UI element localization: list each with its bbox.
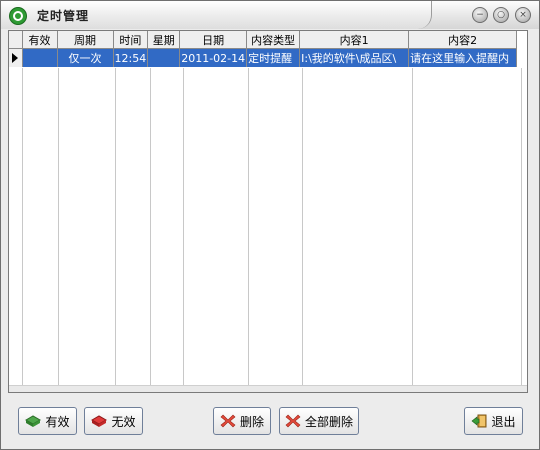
column-header-content1[interactable]: 内容1: [299, 31, 410, 49]
grid-line: [150, 68, 151, 386]
delete-button[interactable]: 删除: [213, 407, 271, 435]
title-bar[interactable]: 定时管理 − ○ ×: [1, 1, 539, 29]
grid-line: [22, 68, 23, 386]
delete-all-button-label: 全部删除: [304, 414, 353, 429]
cell-cycle[interactable]: 仅一次: [57, 48, 114, 67]
cell-weekday[interactable]: [147, 48, 181, 67]
grid-line: [115, 68, 116, 386]
disable-icon: [91, 414, 108, 428]
delete-all-icon: [285, 414, 301, 428]
delete-icon: [220, 414, 236, 428]
exit-button[interactable]: 退出: [464, 407, 523, 435]
grid-line: [248, 68, 249, 386]
schedule-grid[interactable]: 有效 周期 时间 星期 日期 内容类型 内容1 内容2 仅一次 12:54 20…: [8, 30, 528, 393]
enable-icon: [25, 414, 42, 428]
column-header-date[interactable]: 日期: [179, 31, 248, 49]
grid-line: [412, 68, 413, 386]
maximize-icon[interactable]: ○: [493, 7, 509, 23]
cell-valid[interactable]: [22, 48, 58, 67]
row-pointer-icon: [12, 53, 18, 63]
grid-line: [58, 68, 59, 386]
grid-line: [521, 68, 522, 386]
grid-header-row: 有效 周期 时间 星期 日期 内容类型 内容1 内容2: [9, 31, 518, 49]
close-icon[interactable]: ×: [515, 7, 531, 23]
column-header-cycle[interactable]: 周期: [57, 31, 114, 49]
column-header-valid[interactable]: 有效: [22, 31, 58, 49]
column-header-content2[interactable]: 内容2: [408, 31, 518, 49]
disable-button-label: 无效: [111, 414, 136, 429]
delete-button-label: 删除: [239, 414, 264, 429]
delete-all-button[interactable]: 全部删除: [279, 407, 359, 435]
app-icon: [9, 7, 27, 25]
window: 定时管理 − ○ × 有效 周期 时间 星期 日期 内容类型 内容1 内容2 仅…: [0, 0, 540, 450]
enable-button-label: 有效: [45, 414, 70, 429]
column-header-weekday[interactable]: 星期: [147, 31, 181, 49]
column-header-type[interactable]: 内容类型: [246, 31, 301, 49]
cell-content2[interactable]: 请在这里输入提醒内: [408, 48, 518, 67]
schedule-table: 有效 周期 时间 星期 日期 内容类型 内容1 内容2 仅一次 12:54 20…: [9, 31, 518, 67]
cell-time[interactable]: 12:54: [113, 48, 149, 67]
exit-door-icon: [471, 414, 487, 428]
enable-button[interactable]: 有效: [18, 407, 77, 435]
header-indicator: [9, 31, 23, 49]
grid-line: [302, 68, 303, 386]
grid-horizontal-scrollbar[interactable]: [9, 385, 527, 392]
grid-line: [183, 68, 184, 386]
cell-date[interactable]: 2011-02-14: [179, 48, 248, 67]
table-row[interactable]: 仅一次 12:54 2011-02-14 定时提醒 I:\我的软件\成品区\ 请…: [9, 48, 518, 67]
row-indicator[interactable]: [9, 48, 23, 67]
disable-button[interactable]: 无效: [84, 407, 143, 435]
exit-button-label: 退出: [491, 414, 516, 429]
window-title: 定时管理: [37, 9, 90, 23]
cell-type[interactable]: 定时提醒: [246, 48, 301, 67]
cell-content1[interactable]: I:\我的软件\成品区\: [299, 48, 410, 67]
minimize-icon[interactable]: −: [472, 7, 488, 23]
column-header-time[interactable]: 时间: [113, 31, 149, 49]
